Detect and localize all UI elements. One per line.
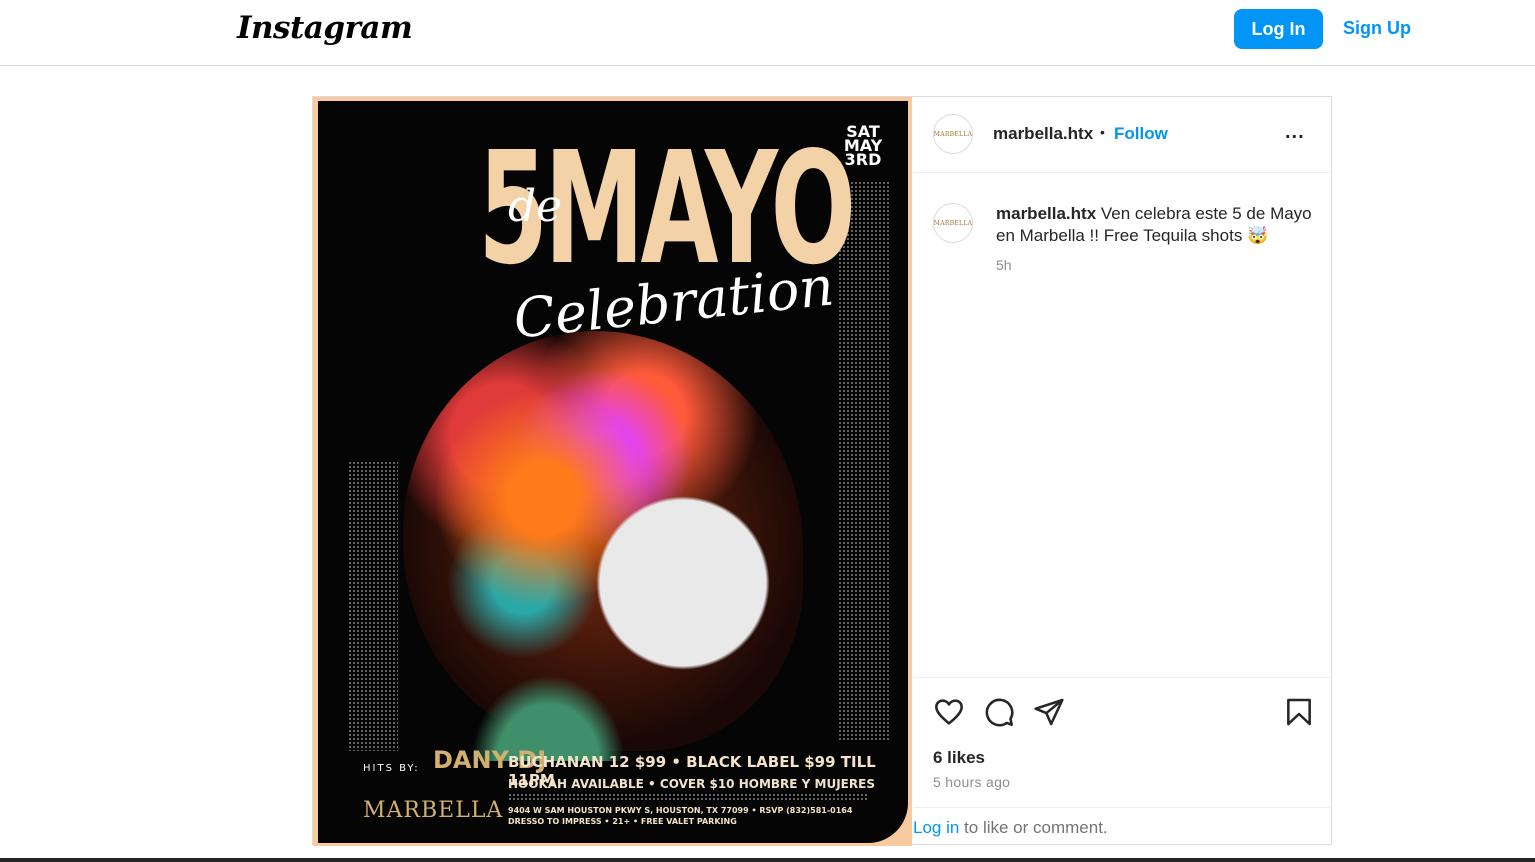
caption-username[interactable]: marbella.htx: [996, 204, 1096, 223]
flyer-cover-line: HOOKAH AVAILABLE • COVER $10 HOMBRE Y MU…: [508, 777, 875, 791]
flyer-dots-bottom: [508, 793, 868, 801]
avatar-text: MARBELLA: [933, 130, 973, 138]
flyer-address-line: 9404 W SAM HOUSTON PKWY S, HOUSTON, TX 7…: [508, 805, 852, 827]
comment-prompt-text: to like or comment.: [959, 818, 1108, 837]
top-navigation-bar: Instagram Log In Sign Up: [0, 0, 1535, 66]
flyer-dress-code: DRESSO TO IMPRESS • 21+ • FREE VALET PAR…: [508, 817, 737, 826]
post-header: MARBELLA marbella.htx • Follow ...: [913, 97, 1332, 173]
caption-avatar[interactable]: MARBELLA: [933, 203, 973, 243]
author-username[interactable]: marbella.htx: [993, 124, 1093, 144]
flyer-date: SAT MAY 3RD: [843, 122, 883, 169]
bottom-edge: [0, 858, 1535, 862]
post-image[interactable]: 5MAYO de Celebration SAT MAY 3RD HITS BY…: [313, 97, 912, 846]
bookmark-icon[interactable]: [1283, 696, 1315, 728]
heart-icon[interactable]: [933, 696, 965, 728]
login-button[interactable]: Log In: [1234, 9, 1323, 49]
post-timestamp: 5 hours ago: [933, 774, 1011, 790]
post-actions: 6 likes 5 hours ago: [913, 677, 1332, 807]
comment-icon[interactable]: [983, 696, 1015, 728]
avatar[interactable]: MARBELLA: [933, 114, 973, 154]
follow-button[interactable]: Follow: [1114, 124, 1168, 144]
login-link[interactable]: Log in: [913, 818, 959, 837]
flyer-hits-by: HITS BY:: [363, 763, 420, 774]
instagram-logo[interactable]: Instagram: [237, 10, 413, 46]
caption-timestamp[interactable]: 5h: [996, 257, 1012, 273]
flyer-address: 9404 W SAM HOUSTON PKWY S, HOUSTON, TX 7…: [508, 806, 853, 815]
flyer-brand: MARBELLA: [363, 798, 504, 823]
comment-login-prompt: Log in to like or comment.: [913, 807, 1332, 846]
signup-link[interactable]: Sign Up: [1343, 18, 1411, 39]
flyer-title-de: de: [508, 181, 563, 232]
post-card: 5MAYO de Celebration SAT MAY 3RD HITS BY…: [312, 96, 1332, 846]
likes-count[interactable]: 6 likes: [933, 748, 985, 768]
share-icon[interactable]: [1033, 696, 1065, 728]
post-sidebar: MARBELLA marbella.htx • Follow ... MARBE…: [913, 97, 1332, 846]
event-flyer: 5MAYO de Celebration SAT MAY 3RD HITS BY…: [318, 101, 908, 843]
separator-dot: •: [1100, 124, 1105, 140]
more-options-icon[interactable]: ...: [1285, 121, 1305, 144]
post-caption: marbella.htx Ven celebra este 5 de Mayo …: [996, 203, 1321, 247]
flyer-dots-left: [348, 461, 398, 751]
caption-avatar-text: MARBELLA: [933, 219, 973, 227]
